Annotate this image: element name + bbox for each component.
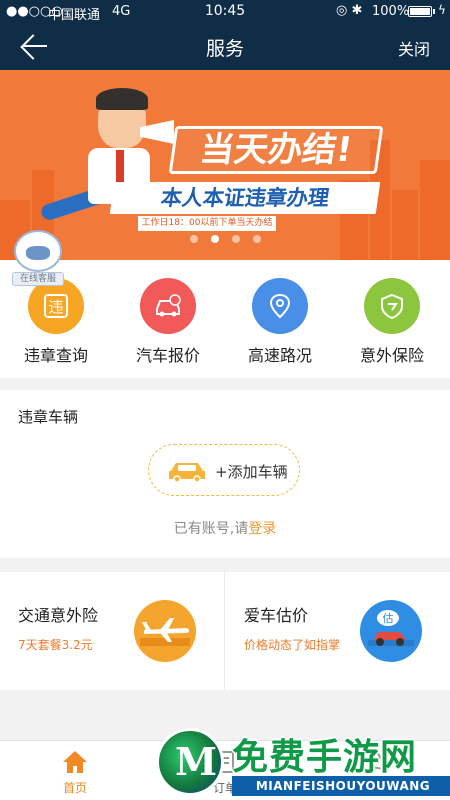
page-title: 服务 [205, 38, 244, 60]
card-title: 交通意外险 [18, 606, 99, 625]
card-title: 爱车估价 [244, 606, 309, 625]
carousel-dot-active[interactable] [211, 235, 219, 243]
carousel-dot[interactable] [253, 235, 261, 243]
login-prefix: 已有账号,请 [173, 521, 249, 537]
charging-icon: ϟ [438, 3, 446, 17]
site-watermark: 免费手游网 MIANFEISHOUYOUWANG [150, 728, 450, 800]
add-vehicle-button[interactable]: +添加车辆 [148, 444, 300, 496]
watermark-title: 免费手游网 [232, 737, 418, 778]
menu-car-quote[interactable]: 汽车报价 [112, 270, 224, 370]
building-shape [420, 160, 450, 260]
battery-percent: 100% [372, 4, 410, 19]
violation-icon: 违 [28, 278, 84, 334]
lock-bluetooth-icons: ◎ ✱ [336, 3, 363, 18]
airplane-icon [134, 600, 196, 662]
quick-menu: 违 违章查询 汽车报价 高速路况 意外保险 [0, 260, 450, 378]
card-subtitle: 价格动态了如指掌 [244, 638, 341, 652]
menu-label: 汽车报价 [135, 346, 200, 365]
status-bar: ●●○○○ 中国联通 4G 10:45 ◎ ✱ 100% ϟ [0, 0, 450, 23]
banner-slogan-main: 当天办结! [168, 126, 384, 174]
menu-label: 高速路况 [247, 346, 312, 365]
carousel-dot[interactable] [232, 235, 240, 243]
car-valuation-card[interactable]: 爱车估价 价格动态了如指掌 估 [226, 572, 450, 690]
online-service-button[interactable]: 在线客服 [10, 230, 66, 286]
shield-icon [364, 278, 420, 334]
mascot-tie [116, 150, 124, 184]
car-quote-icon [140, 278, 196, 334]
battery-tip [433, 9, 435, 14]
section-title: 违章车辆 [18, 408, 79, 426]
traffic-insurance-card[interactable]: 交通意外险 7天套餐3.2元 [0, 572, 224, 690]
menu-label: 意外保险 [359, 346, 424, 365]
car-icon [167, 459, 207, 483]
add-vehicle-label: +添加车辆 [215, 463, 288, 481]
card-subtitle: 7天套餐3.2元 [18, 638, 93, 652]
carousel-dot[interactable] [190, 235, 198, 243]
banner-slogan-sub: 本人本证违章办理 [109, 182, 381, 214]
violation-vehicles-section: 违章车辆 +添加车辆 已有账号,请登录 [0, 390, 450, 558]
tab-home[interactable]: 首页 [0, 745, 150, 799]
login-hint: 已有账号,请登录 [0, 518, 450, 538]
login-link[interactable]: 登录 [248, 521, 276, 537]
hamster-avatar-icon [14, 230, 62, 272]
menu-accident-insurance[interactable]: 意外保险 [336, 270, 448, 370]
menu-label: 违章查询 [23, 346, 88, 365]
online-service-label: 在线客服 [12, 272, 64, 286]
location-pin-icon [252, 278, 308, 334]
car-valuation-icon: 估 [360, 600, 422, 662]
card-divider [224, 572, 225, 690]
tab-label: 首页 [62, 781, 87, 795]
promo-banner[interactable]: 当天办结! 本人本证违章办理 工作日18：00以前下单当天办结 [0, 70, 450, 260]
svg-text:违: 违 [48, 298, 63, 316]
service-cards: 交通意外险 7天套餐3.2元 爱车估价 价格动态了如指掌 估 [0, 572, 450, 690]
building-shape [392, 190, 418, 260]
home-icon [62, 749, 88, 775]
banner-slogan-note: 工作日18：00以前下单当天办结 [138, 216, 276, 231]
menu-highway-traffic[interactable]: 高速路况 [224, 270, 336, 370]
svg-text:估: 估 [383, 612, 394, 625]
close-button[interactable]: 关闭 [398, 36, 430, 60]
mascot-hair [96, 88, 148, 110]
watermark-logo [156, 728, 224, 796]
nav-bar: 服务 关闭 [0, 22, 450, 70]
watermark-subtitle: MIANFEISHOUYOUWANG [232, 776, 450, 796]
battery-icon [408, 6, 432, 17]
